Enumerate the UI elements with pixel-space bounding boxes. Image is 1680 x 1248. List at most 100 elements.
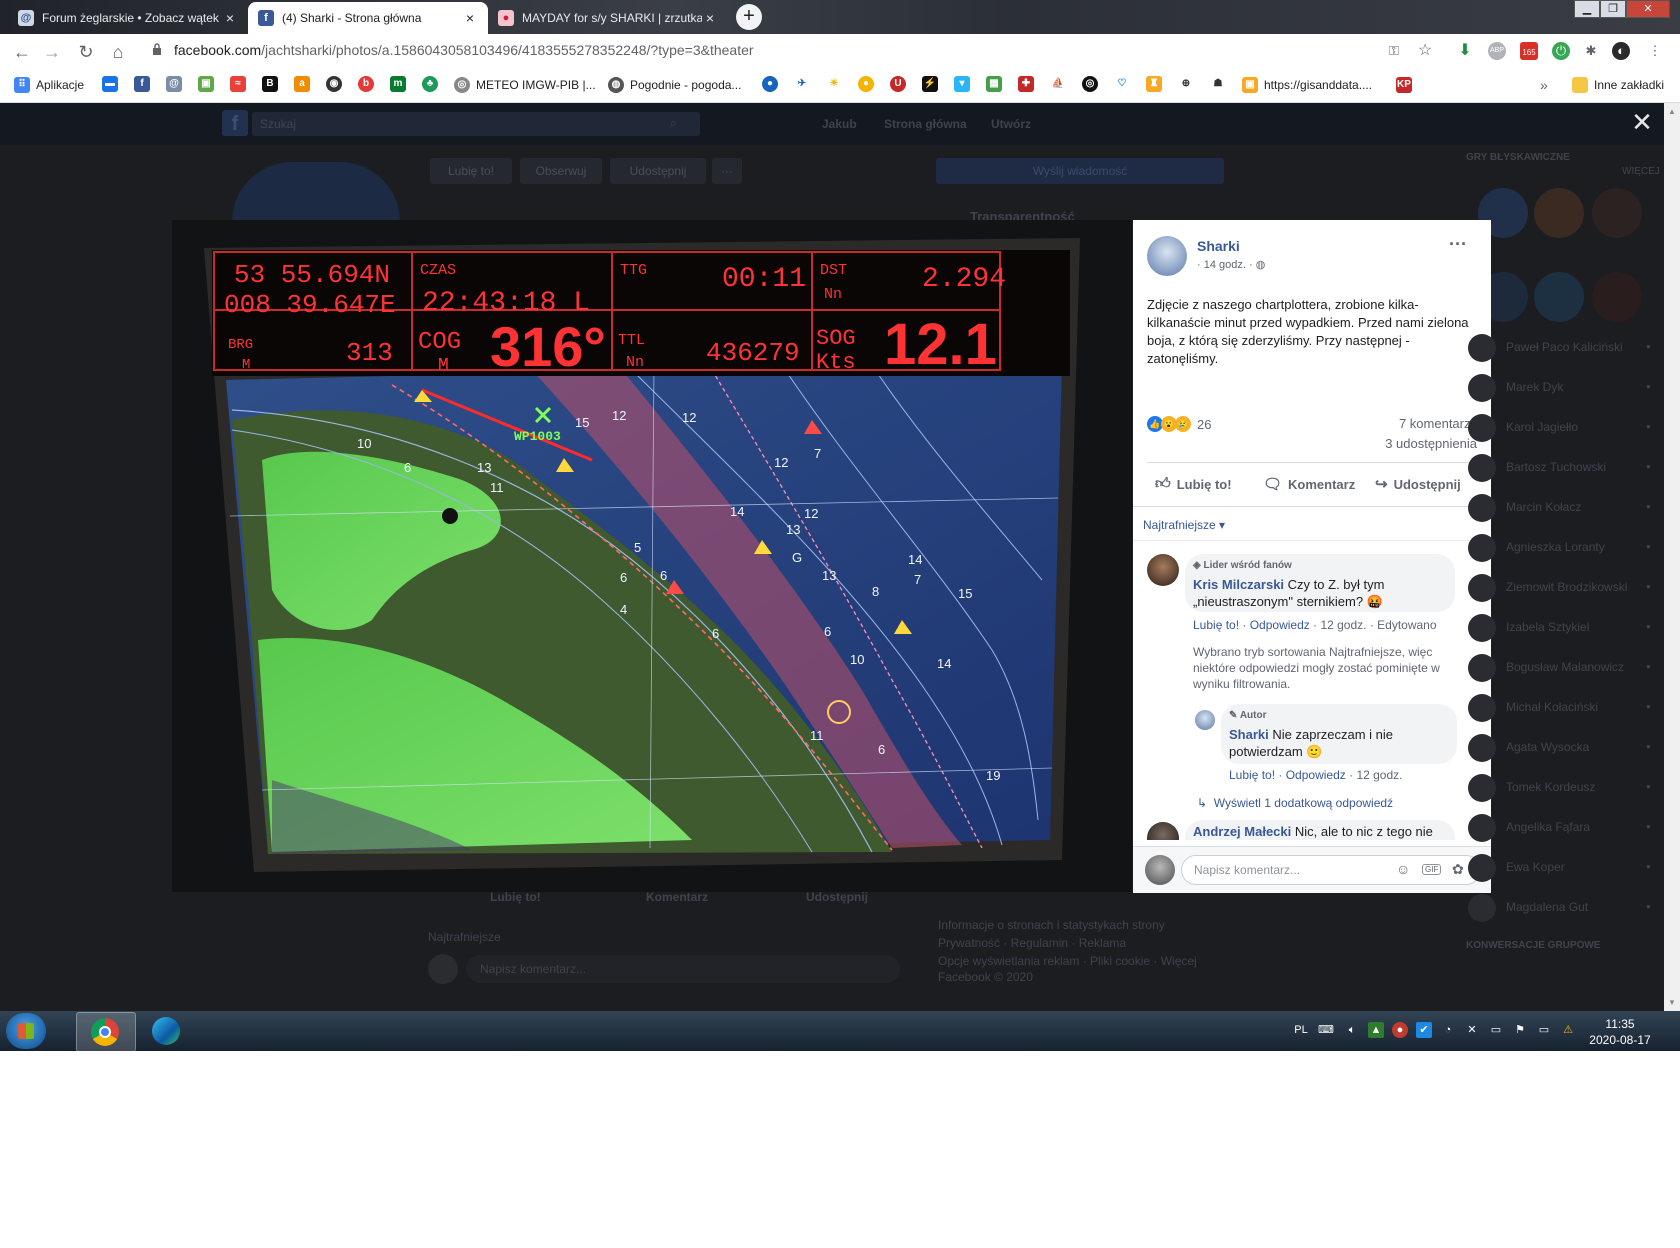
- u-bookmark-icon[interactable]: U: [890, 76, 906, 92]
- display-icon[interactable]: ▭: [1536, 1022, 1552, 1038]
- contact-avatar[interactable]: [1468, 534, 1496, 562]
- bookmark-meteo[interactable]: ◎ METEO IMGW-PIB |...: [454, 76, 596, 94]
- battery-icon[interactable]: ▭: [1488, 1022, 1504, 1038]
- contact-name[interactable]: Marek Dyk: [1506, 380, 1563, 394]
- red-bookmark-icon[interactable]: ≈: [230, 76, 246, 92]
- map-bookmark-icon[interactable]: ▦: [986, 76, 1002, 92]
- close-theater-icon[interactable]: ✕: [1630, 109, 1654, 135]
- menu-icon[interactable]: ⋮: [1646, 42, 1664, 60]
- extension-badge-icon[interactable]: 165: [1520, 42, 1538, 60]
- contact-name[interactable]: Izabela Sztykiel: [1506, 620, 1589, 634]
- flag-icon[interactable]: ⚑: [1512, 1022, 1528, 1038]
- reactions-summary[interactable]: 👍 😮 😢 26: [1147, 416, 1211, 432]
- bookmark-apps[interactable]: ⠿ Aplikacje: [14, 76, 84, 94]
- bolt-bookmark-icon[interactable]: ⚡: [922, 76, 938, 92]
- bg-like-button[interactable]: Lubię to!: [490, 890, 541, 904]
- language-indicator[interactable]: PL: [1290, 1022, 1312, 1038]
- dark-bookmark-icon[interactable]: ◎: [1082, 76, 1098, 92]
- sail-bookmark-icon[interactable]: ⛵: [1050, 76, 1066, 92]
- fb-search-input[interactable]: Szukaj ⌕: [252, 112, 700, 136]
- chrome-taskbar-button[interactable]: [76, 1012, 136, 1052]
- fb-create-link[interactable]: Utwórz: [991, 117, 1031, 131]
- sticker-icon[interactable]: ✿: [1452, 861, 1464, 878]
- image-bookmark-icon[interactable]: ▣: [198, 76, 214, 92]
- fb-home-link[interactable]: Strona główna: [884, 117, 967, 131]
- tray-app-icon[interactable]: ▲: [1368, 1022, 1384, 1038]
- bookmark-icon[interactable]: ▬: [102, 76, 118, 92]
- contact-avatar[interactable]: [1468, 694, 1496, 722]
- bookmark-gisand[interactable]: ▣ https://gisanddata....: [1242, 76, 1372, 94]
- robot-bookmark-icon[interactable]: ☗: [1210, 76, 1226, 92]
- contact-name[interactable]: Marcin Kołacz: [1506, 500, 1581, 514]
- more-options-icon[interactable]: ···: [712, 158, 742, 184]
- comment-like-link[interactable]: Lubię to!: [1193, 618, 1239, 632]
- contact-name[interactable]: Agnieszka Loranty: [1506, 540, 1605, 554]
- tab-forum[interactable]: @ Forum żeglarskie • Zobacz wątek ×: [8, 2, 248, 34]
- contact-avatar[interactable]: [1468, 614, 1496, 642]
- download-icon[interactable]: ⬇: [1456, 42, 1474, 60]
- bookmark-other[interactable]: Inne zakładki: [1572, 76, 1664, 94]
- comments-count[interactable]: 7 komentarzy: [1399, 416, 1477, 431]
- reply-time[interactable]: 12 godz.: [1356, 768, 1402, 782]
- bg-comment-button[interactable]: Komentarz: [646, 890, 708, 904]
- page-avatar[interactable]: [1147, 236, 1187, 276]
- a-bookmark-icon[interactable]: a: [294, 76, 310, 92]
- games-more-link[interactable]: WIĘCEJ: [1622, 166, 1660, 177]
- bookmark-pogodnie[interactable]: ◍ Pogodnie - pogoda...: [608, 76, 741, 94]
- star-icon[interactable]: ☆: [1416, 42, 1434, 60]
- contact-avatar[interactable]: [1468, 654, 1496, 682]
- reply-author[interactable]: Sharki: [1229, 727, 1269, 742]
- post-time[interactable]: 14 godz.: [1204, 259, 1246, 271]
- contact-avatar[interactable]: [1468, 334, 1496, 362]
- crosshair-bookmark-icon[interactable]: ⊕: [1178, 76, 1194, 92]
- footer-info[interactable]: Informacje o stronach i statystykach str…: [938, 918, 1165, 932]
- tab-zrzutka[interactable]: ● MAYDAY for s/y SHARKI | zrzutka ×: [488, 2, 728, 34]
- ml-bookmark-icon[interactable]: m: [390, 76, 406, 92]
- heart-bookmark-icon[interactable]: ♡: [1114, 76, 1130, 92]
- tab-facebook[interactable]: f (4) Sharki - Strona główna ×: [248, 2, 488, 34]
- network-icon[interactable]: ✕: [1464, 1022, 1480, 1038]
- forward-icon[interactable]: →: [40, 40, 64, 64]
- contact-name[interactable]: Karol Jagiełło: [1506, 420, 1578, 434]
- edge-taskbar-button[interactable]: [138, 1012, 196, 1050]
- footer-cookies[interactable]: Opcje wyświetlania reklam · Pliki cookie…: [938, 954, 1197, 968]
- shares-count[interactable]: 3 udostępnienia: [1385, 436, 1477, 451]
- back-icon[interactable]: ←: [10, 40, 34, 64]
- contact-avatar[interactable]: [1468, 854, 1496, 882]
- contact-name[interactable]: Michał Kołaciński: [1506, 700, 1598, 714]
- sun-bookmark-icon[interactable]: ☀: [826, 76, 842, 92]
- home-icon[interactable]: ⌂: [106, 40, 130, 64]
- contact-avatar[interactable]: [1468, 494, 1496, 522]
- comment-author[interactable]: Andrzej Małecki: [1193, 824, 1291, 839]
- close-tab-icon[interactable]: ×: [702, 10, 718, 26]
- post-options-icon[interactable]: ···: [1449, 234, 1467, 255]
- game-thumb[interactable]: [1534, 188, 1584, 238]
- yellow-bookmark-icon[interactable]: ●: [858, 76, 874, 92]
- bookmark-kp[interactable]: KP: [1396, 76, 1418, 94]
- view-more-replies[interactable]: ↳ Wyświetl 1 dodatkową odpowiedź: [1197, 796, 1393, 810]
- contact-avatar[interactable]: [1468, 454, 1496, 482]
- puzzle-icon[interactable]: ✱: [1582, 42, 1600, 60]
- facebook-bookmark-icon[interactable]: f: [134, 76, 150, 92]
- globe-bookmark-icon[interactable]: ◉: [326, 76, 342, 92]
- commenter-avatar[interactable]: [1147, 554, 1179, 586]
- green-extension-icon[interactable]: ⏻: [1552, 42, 1570, 60]
- bg-share-button[interactable]: Udostępnij: [806, 890, 868, 904]
- bg-sort-dropdown[interactable]: Najtrafniejsze: [428, 930, 501, 944]
- adblock-icon[interactable]: ABP: [1488, 42, 1506, 60]
- b-bookmark-icon[interactable]: B: [262, 76, 278, 92]
- emoji-icon[interactable]: ☺: [1396, 861, 1410, 877]
- share-button[interactable]: ↪ Udostępnij: [1375, 475, 1461, 493]
- contact-name[interactable]: Agata Wysocka: [1506, 740, 1589, 754]
- my-avatar[interactable]: [1145, 855, 1175, 885]
- contact-avatar[interactable]: [1468, 894, 1496, 922]
- game-thumb[interactable]: [1592, 188, 1642, 238]
- system-clock[interactable]: 11:35 2020-08-17: [1585, 1016, 1655, 1048]
- share-page-button[interactable]: Udostępnij: [610, 158, 706, 184]
- steam-icon[interactable]: ◔: [1440, 1022, 1456, 1038]
- b2-bookmark-icon[interactable]: b: [358, 76, 374, 92]
- contact-name[interactable]: Bartosz Tuchowski: [1506, 460, 1606, 474]
- contact-avatar[interactable]: [1468, 574, 1496, 602]
- cup-bookmark-icon[interactable]: ▾: [954, 76, 970, 92]
- circle-bookmark-icon[interactable]: ●: [762, 76, 778, 92]
